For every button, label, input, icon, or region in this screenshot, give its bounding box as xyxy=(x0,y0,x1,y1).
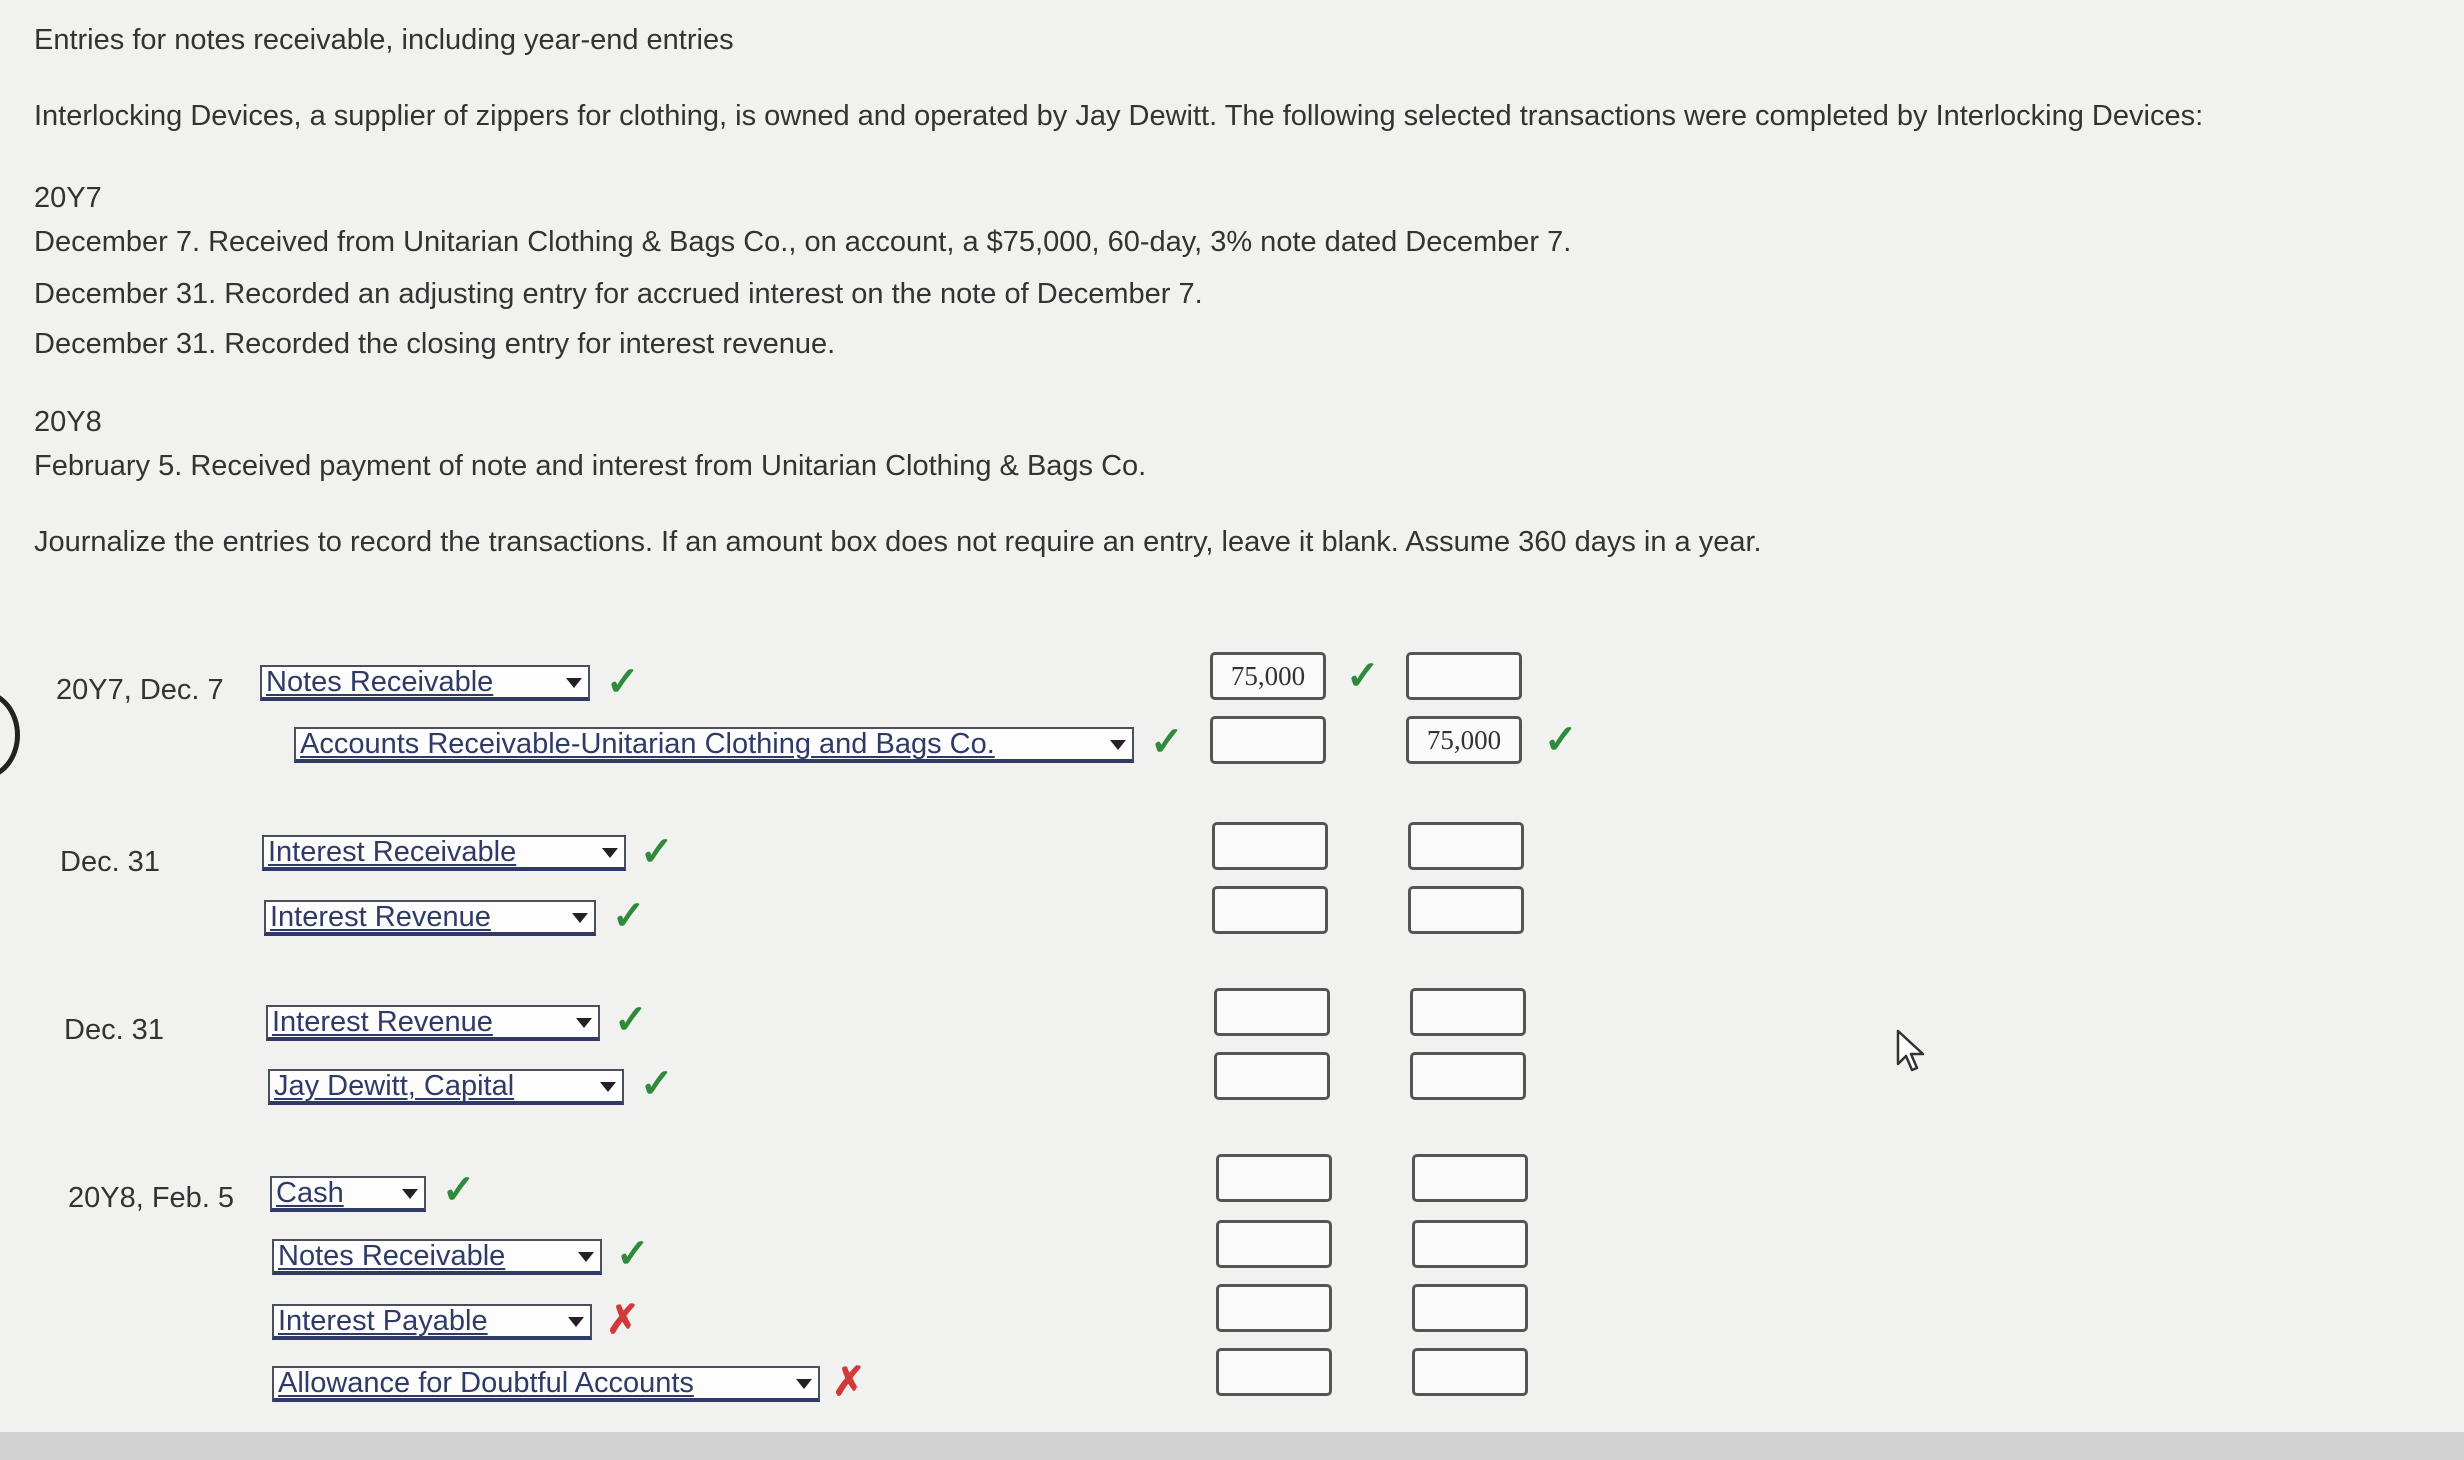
instructions-text: Journalize the entries to record the tra… xyxy=(34,526,1762,558)
page-title: Entries for notes receivable, including … xyxy=(34,24,734,56)
dropdown-arrow-icon xyxy=(578,1252,594,1262)
x-mark-icon: ✗ xyxy=(832,1360,866,1404)
check-icon: ✓ xyxy=(640,830,674,874)
debit-amount-input[interactable] xyxy=(1214,1052,1330,1100)
entry-date-feb-5: 20Y8, Feb. 5 xyxy=(68,1182,235,1214)
credit-amount-input[interactable] xyxy=(1408,822,1524,870)
account-select-notes-receivable[interactable]: Notes Receivable xyxy=(260,665,590,701)
check-icon: ✓ xyxy=(1150,720,1184,764)
year-20y8: 20Y8 xyxy=(34,406,102,438)
credit-amount-input[interactable] xyxy=(1406,652,1522,700)
account-select-interest-payable[interactable]: Interest Payable xyxy=(272,1304,592,1340)
left-edge-arc xyxy=(0,690,20,780)
debit-amount-input[interactable] xyxy=(1216,1154,1332,1202)
check-icon: ✓ xyxy=(606,660,640,704)
account-select-label: Notes Receivable xyxy=(266,666,494,698)
check-icon: ✓ xyxy=(616,1232,650,1276)
dropdown-arrow-icon xyxy=(600,1082,616,1092)
account-select-label: Interest Receivable xyxy=(268,836,517,868)
credit-amount-input[interactable] xyxy=(1408,886,1524,934)
check-icon: ✓ xyxy=(640,1062,674,1106)
transaction-dec-31-adjusting: December 31. Recorded an adjusting entry… xyxy=(34,278,1203,310)
bottom-bar xyxy=(0,1432,2464,1460)
entry-date-dec-31-closing: Dec. 31 xyxy=(64,1014,164,1046)
account-select-label: Cash xyxy=(276,1177,344,1209)
credit-amount-input[interactable] xyxy=(1412,1154,1528,1202)
debit-amount-input[interactable] xyxy=(1210,716,1326,764)
account-select-interest-revenue[interactable]: Interest Revenue xyxy=(266,1005,600,1041)
dropdown-arrow-icon xyxy=(1110,740,1126,750)
account-select-label: Allowance for Doubtful Accounts xyxy=(278,1367,694,1399)
debit-amount-input[interactable] xyxy=(1216,1284,1332,1332)
debit-amount-input[interactable] xyxy=(1212,822,1328,870)
intro-text: Interlocking Devices, a supplier of zipp… xyxy=(34,100,2204,132)
account-select-cash[interactable]: Cash xyxy=(270,1176,426,1212)
entry-date-dec-7: 20Y7, Dec. 7 xyxy=(56,674,224,706)
dropdown-arrow-icon xyxy=(568,1317,584,1327)
credit-amount-input[interactable] xyxy=(1410,1052,1526,1100)
account-select-accounts-receivable[interactable]: Accounts Receivable-Unitarian Clothing a… xyxy=(294,727,1134,763)
transaction-feb-5: February 5. Received payment of note and… xyxy=(34,450,1147,482)
dropdown-arrow-icon xyxy=(796,1379,812,1389)
account-select-label: Jay Dewitt, Capital xyxy=(274,1070,515,1102)
account-select-label: Accounts Receivable-Unitarian Clothing a… xyxy=(300,728,995,760)
account-select-allowance-doubtful-accounts[interactable]: Allowance for Doubtful Accounts xyxy=(272,1366,820,1402)
check-icon: ✓ xyxy=(614,998,648,1042)
account-select-label: Interest Payable xyxy=(278,1305,488,1337)
debit-amount-input[interactable]: 75,000 xyxy=(1210,652,1326,700)
check-icon: ✓ xyxy=(1544,718,1578,762)
check-icon: ✓ xyxy=(612,894,646,938)
account-select-interest-revenue[interactable]: Interest Revenue xyxy=(264,900,596,936)
year-20y7: 20Y7 xyxy=(34,182,102,214)
account-select-jay-dewitt-capital[interactable]: Jay Dewitt, Capital xyxy=(268,1069,624,1105)
debit-amount-input[interactable] xyxy=(1212,886,1328,934)
account-select-label: Interest Revenue xyxy=(272,1006,493,1038)
dropdown-arrow-icon xyxy=(566,678,582,688)
check-icon: ✓ xyxy=(1346,654,1380,698)
account-select-notes-receivable[interactable]: Notes Receivable xyxy=(272,1239,602,1275)
debit-amount-input[interactable] xyxy=(1216,1220,1332,1268)
credit-amount-input[interactable] xyxy=(1410,988,1526,1036)
account-select-label: Interest Revenue xyxy=(270,901,491,933)
transaction-dec-7: December 7. Received from Unitarian Clot… xyxy=(34,226,1572,258)
debit-amount-input[interactable] xyxy=(1214,988,1330,1036)
account-select-label: Notes Receivable xyxy=(278,1240,506,1272)
dropdown-arrow-icon xyxy=(572,913,588,923)
credit-amount-input[interactable] xyxy=(1412,1284,1528,1332)
credit-amount-input[interactable] xyxy=(1412,1348,1528,1396)
credit-amount-input[interactable] xyxy=(1412,1220,1528,1268)
debit-amount-input[interactable] xyxy=(1216,1348,1332,1396)
entry-date-dec-31-adjusting: Dec. 31 xyxy=(60,846,160,878)
credit-amount-input[interactable]: 75,000 xyxy=(1406,716,1522,764)
dropdown-arrow-icon xyxy=(402,1189,418,1199)
dropdown-arrow-icon xyxy=(602,848,618,858)
account-select-interest-receivable[interactable]: Interest Receivable xyxy=(262,835,626,871)
check-icon: ✓ xyxy=(442,1168,476,1212)
dropdown-arrow-icon xyxy=(576,1018,592,1028)
x-mark-icon: ✗ xyxy=(606,1298,640,1342)
mouse-pointer-icon xyxy=(1896,1029,1925,1072)
transaction-dec-31-closing: December 31. Recorded the closing entry … xyxy=(34,328,836,360)
